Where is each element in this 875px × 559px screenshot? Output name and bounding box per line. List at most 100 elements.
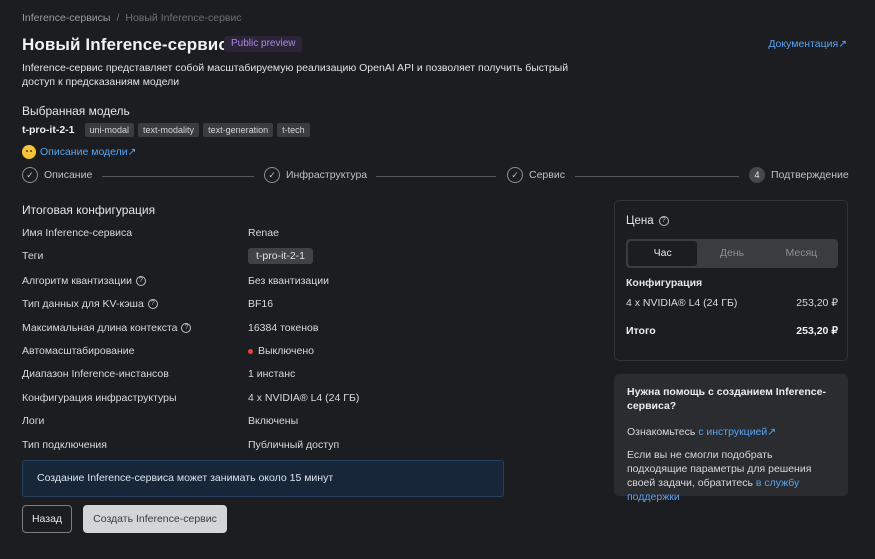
price-total-line: Итого 253,20 ₽ — [626, 325, 838, 337]
breadcrumb-separator: / — [116, 12, 120, 24]
creation-time-banner: Создание Inference-сервиса может занимат… — [22, 460, 504, 497]
config-row: Диапазон Inference-инстансов 1 инстанс — [22, 367, 295, 381]
config-value: t-pro-it-2-1 — [248, 248, 314, 264]
breadcrumb-current: Новый Inference-сервис — [125, 12, 242, 24]
price-config-line: 4 x NVIDIA® L4 (24 ГБ) 253,20 ₽ — [626, 297, 838, 309]
model-description-link[interactable]: Описание модели↗ — [40, 146, 136, 158]
help-support-line: Если вы не смогли подобрать подходящие п… — [627, 448, 835, 504]
config-row: Логи Включены — [22, 414, 298, 428]
price-config-title: Конфигурация — [626, 277, 703, 289]
page-description: Inference-сервис представляет собой масш… — [22, 62, 569, 88]
price-total-value: 253,20 ₽ — [796, 325, 838, 337]
config-label: Теги — [22, 250, 44, 262]
config-value: Включены — [248, 415, 299, 427]
config-title: Итоговая конфигурация — [22, 203, 156, 217]
step-label: Описание — [44, 169, 93, 181]
step-confirmation: 4 Подтверждение — [749, 167, 849, 183]
selected-model-title: Выбранная модель — [22, 104, 130, 118]
step-infrastructure: ✓ Инфраструктура — [264, 167, 367, 183]
model-tag: t-tech — [277, 123, 310, 137]
step-label: Сервис — [529, 169, 565, 181]
help-icon[interactable]: ? — [658, 216, 669, 226]
status-off-dot — [248, 348, 253, 354]
config-value: Публичный доступ — [248, 439, 340, 451]
tab-day[interactable]: День — [697, 241, 766, 266]
config-value: Без квантизации — [248, 275, 329, 287]
config-label: Логи — [22, 415, 45, 427]
config-label-text: Максимальная длина контекста — [22, 322, 178, 334]
config-label: Конфигурация инфраструктуры — [22, 392, 177, 404]
check-icon: ✓ — [22, 167, 38, 183]
check-icon: ✓ — [507, 167, 523, 183]
external-link-icon: ↗ — [127, 146, 137, 158]
page-title: Новый Inference-сервис — [22, 35, 228, 54]
breadcrumb: Inference-сервисы / Новый Inference-серв… — [22, 12, 242, 24]
help-icon[interactable]: ? — [135, 276, 146, 286]
config-label: Диапазон Inference-инстансов — [22, 368, 169, 380]
price-title-row: Цена ? — [626, 215, 669, 227]
instruction-link-label: с инструкцией — [698, 426, 768, 438]
help-instruction-prefix: Ознакомьтесь — [627, 426, 696, 438]
step-number: 4 — [749, 167, 765, 183]
help-card: Нужна помощь с созданием Inference-серви… — [614, 374, 848, 503]
config-value: Выключено — [248, 345, 314, 357]
config-label: Алгоритм квантизации ? — [22, 275, 248, 287]
config-label: Автомасштабирование — [22, 345, 135, 357]
external-link-icon: ↗ — [767, 426, 777, 438]
config-row: Алгоритм квантизации ? Без квантизации — [22, 274, 329, 288]
step-label: Подтверждение — [771, 169, 849, 181]
config-value: Renae — [248, 227, 279, 239]
model-name: t-pro-it-2-1 — [22, 124, 75, 136]
config-label: Тип подключения — [22, 439, 107, 451]
config-row: Имя Inference-сервиса Renae — [22, 226, 279, 240]
documentation-link[interactable]: Документация↗ — [768, 38, 847, 50]
price-card: Цена ? Час День Месяц Конфигурация 4 x N… — [614, 200, 848, 361]
stepper: ✓ Описание ✓ Инфраструктура ✓ Сервис 4 П… — [22, 167, 849, 187]
config-value: 1 инстанс — [248, 368, 296, 380]
step-service: ✓ Сервис — [507, 167, 565, 183]
help-icon[interactable]: ? — [147, 299, 158, 309]
model-row: t-pro-it-2-1 uni-modal text-modality tex… — [22, 123, 310, 137]
help-title: Нужна помощь с созданием Inference-серви… — [627, 386, 826, 412]
step-connector — [575, 176, 739, 177]
step-description: ✓ Описание — [22, 167, 92, 183]
price-title: Цена — [626, 215, 654, 227]
help-instruction-line: Ознакомьтесь с инструкцией↗ — [627, 425, 835, 439]
config-value: 16384 токенов — [248, 322, 319, 334]
create-service-button[interactable]: Создать Inference-сервис — [83, 505, 227, 533]
step-label: Инфраструктура — [286, 169, 368, 181]
autoscaling-status: Выключено — [258, 345, 314, 357]
hugging-face-icon — [22, 145, 36, 159]
config-row: Тип данных для KV-кэша ? BF16 — [22, 297, 273, 311]
tag-chip: t-pro-it-2-1 — [248, 248, 314, 264]
config-label: Максимальная длина контекста ? — [22, 322, 248, 334]
price-config-value: 253,20 ₽ — [796, 297, 838, 309]
config-label: Имя Inference-сервиса — [22, 227, 133, 239]
config-row: Теги t-pro-it-2-1 — [22, 248, 314, 264]
step-connector — [102, 176, 254, 177]
config-label-text: Тип данных для KV-кэша — [22, 298, 144, 310]
config-row: Конфигурация инфраструктуры 4 x NVIDIA® … — [22, 391, 359, 405]
check-icon: ✓ — [264, 167, 280, 183]
config-label: Тип данных для KV-кэша ? — [22, 298, 248, 310]
documentation-link-label: Документация — [768, 38, 839, 50]
external-link-icon: ↗ — [838, 38, 847, 50]
price-total-label: Итого — [626, 325, 656, 337]
tab-hour[interactable]: Час — [628, 241, 698, 266]
breadcrumb-parent-link[interactable]: Inference-сервисы — [22, 12, 110, 24]
instruction-link[interactable]: с инструкцией↗ — [698, 426, 776, 438]
config-row: Автомасштабирование Выключено — [22, 344, 314, 358]
config-value: 4 x NVIDIA® L4 (24 ГБ) — [248, 392, 360, 404]
price-config-item: 4 x NVIDIA® L4 (24 ГБ) — [626, 297, 738, 309]
config-value: BF16 — [248, 298, 274, 310]
help-icon[interactable]: ? — [181, 323, 192, 333]
tab-month[interactable]: Месяц — [767, 241, 836, 266]
back-button[interactable]: Назад — [22, 505, 72, 533]
model-description-link-label: Описание модели — [40, 146, 128, 158]
price-period-switch: Час День Месяц — [626, 239, 838, 268]
model-description-row: Описание модели↗ — [22, 145, 136, 159]
model-tag: text-generation — [203, 123, 274, 137]
step-connector — [376, 176, 496, 177]
model-tag: text-modality — [138, 123, 200, 137]
config-row: Тип подключения Публичный доступ — [22, 438, 339, 452]
